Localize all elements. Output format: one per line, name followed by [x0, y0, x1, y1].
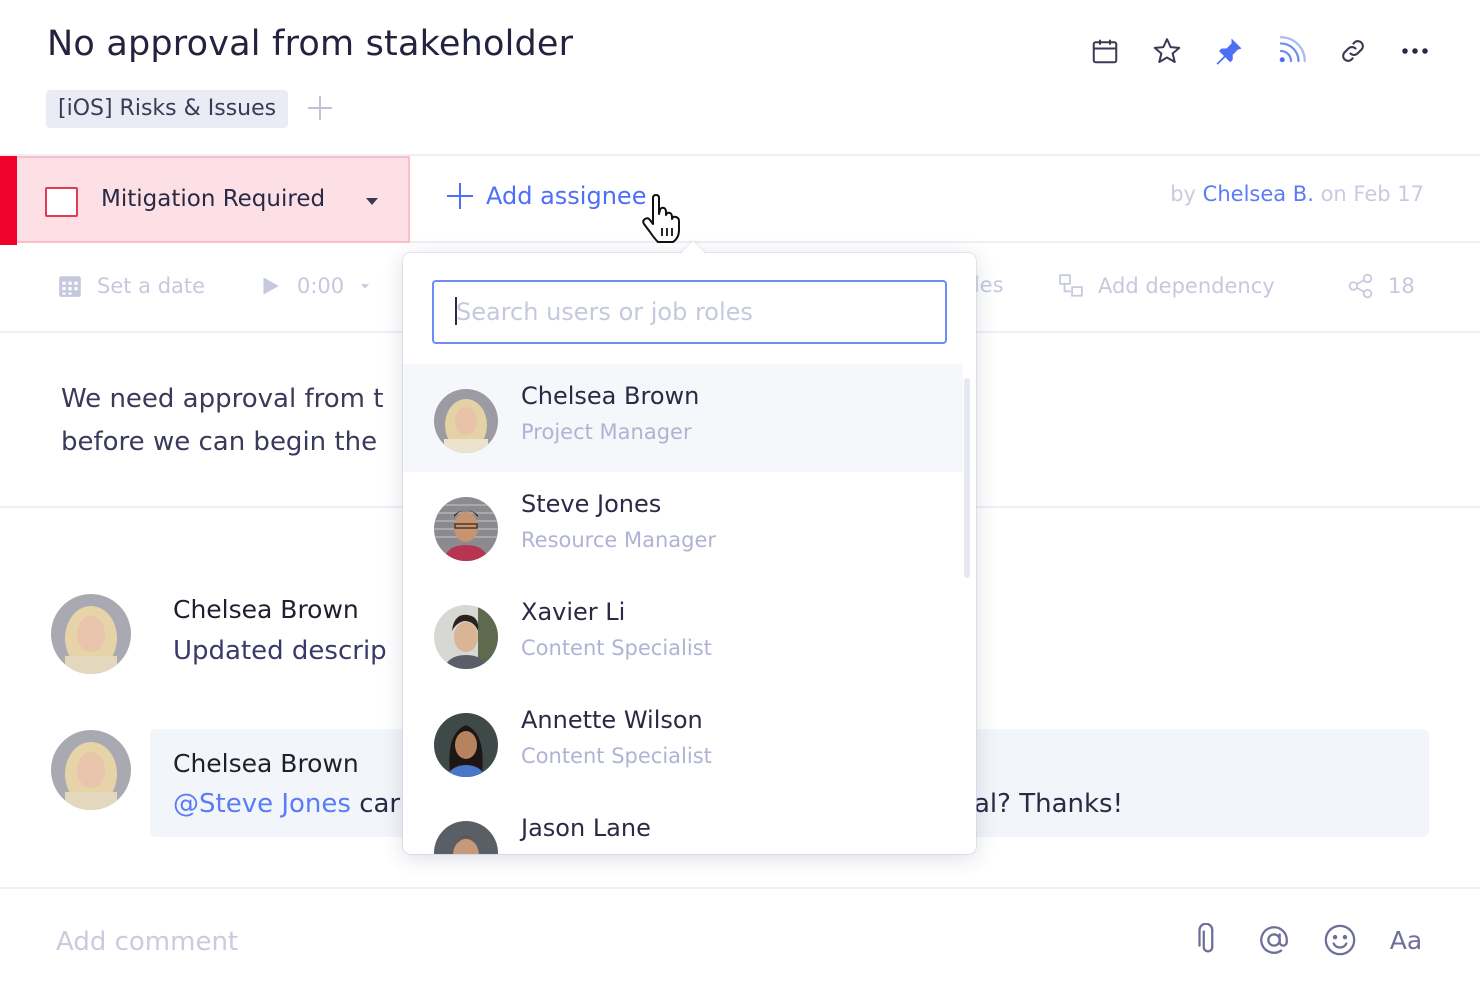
status-color-stripe — [0, 156, 17, 245]
project-tag[interactable]: [iOS] Risks & Issues — [46, 90, 289, 128]
hand-cursor-icon — [642, 194, 680, 243]
user-name: Xavier Li — [521, 598, 626, 626]
status-bar: Mitigation Required Add assignee by Chel… — [0, 154, 1480, 245]
caret-down-icon — [361, 284, 370, 289]
add-tag-button[interactable] — [306, 94, 334, 122]
share-button[interactable]: 18 — [1348, 273, 1415, 299]
set-date-button[interactable]: Set a date — [57, 273, 205, 299]
pin-icon[interactable] — [1212, 34, 1246, 68]
format-text-icon[interactable]: Aa — [1386, 920, 1426, 960]
play-icon — [263, 277, 279, 295]
avatar — [51, 730, 131, 810]
set-date-label: Set a date — [97, 274, 206, 298]
avatar — [434, 821, 498, 854]
user-list: Chelsea Brown Project Manager Steve Jone… — [403, 364, 976, 854]
search-field[interactable] — [432, 280, 947, 344]
mention-icon[interactable] — [1254, 920, 1294, 960]
description-line: We need approval from t — [61, 384, 384, 414]
assignee-picker: Chelsea Brown Project Manager Steve Jone… — [403, 253, 976, 854]
mention-link[interactable]: @Steve Jones — [173, 789, 351, 819]
more-icon[interactable] — [1398, 34, 1432, 68]
created-date: on Feb 17 — [1320, 182, 1424, 206]
avatar — [434, 713, 498, 777]
add-assignee-button[interactable]: Add assignee — [446, 182, 646, 210]
text-caret — [455, 297, 457, 325]
status-dropdown[interactable]: Mitigation Required — [0, 156, 410, 245]
composer-tools: Aa — [1188, 920, 1426, 960]
task-title[interactable]: No approval from stakeholder — [47, 24, 573, 64]
share-count: 18 — [1388, 274, 1415, 298]
user-name: Steve Jones — [521, 490, 662, 518]
emoji-icon[interactable] — [1320, 920, 1360, 960]
activity-author[interactable]: Chelsea Brown — [173, 595, 359, 624]
divider — [0, 887, 1480, 889]
avatar — [434, 605, 498, 669]
add-dependency-label: Add dependency — [1098, 274, 1275, 298]
user-name: Chelsea Brown — [521, 382, 700, 410]
created-by-prefix: by — [1170, 182, 1196, 206]
task-header: No approval from stakeholder [iOS] Risks… — [0, 0, 1480, 155]
add-comment-input[interactable] — [56, 920, 1156, 964]
comment-text: @Steve Jones car — [173, 789, 400, 819]
user-role: Project Manager — [521, 420, 692, 444]
star-icon[interactable] — [1150, 34, 1184, 68]
rss-follow-icon[interactable] — [1274, 34, 1308, 68]
user-option[interactable]: Xavier Li Content Specialist — [403, 580, 963, 688]
caret-down-icon — [366, 198, 378, 205]
comment-text-end: al? Thanks! — [974, 789, 1124, 819]
scrollbar[interactable] — [964, 378, 970, 578]
user-role: Resource Manager — [521, 528, 717, 552]
add-dependency-button[interactable]: Add dependency — [1058, 273, 1275, 299]
avatar — [51, 594, 131, 674]
comment-text-start: car — [350, 789, 401, 819]
status-label: Mitigation Required — [101, 186, 326, 212]
user-option[interactable]: Jason Lane — [403, 796, 963, 854]
task-description[interactable]: We need approval from t before we can be… — [61, 378, 383, 464]
user-option[interactable]: Steve Jones Resource Manager — [403, 472, 963, 580]
user-name: Annette Wilson — [521, 706, 703, 734]
calendar-icon[interactable] — [1088, 34, 1122, 68]
complete-checkbox[interactable] — [45, 187, 78, 217]
share-icon — [1348, 273, 1373, 299]
created-by: by Chelsea B. on Feb 17 — [1170, 182, 1424, 206]
avatar — [434, 389, 498, 453]
comment-author[interactable]: Chelsea Brown — [173, 749, 359, 778]
add-assignee-label: Add assignee — [486, 182, 647, 210]
time-tracker-button[interactable]: 0:00 — [257, 273, 372, 299]
description-line: before we can begin the — [61, 427, 378, 457]
user-option[interactable]: Annette Wilson Content Specialist — [403, 688, 963, 796]
header-actions — [1088, 34, 1432, 68]
avatar — [434, 497, 498, 561]
calendar-grid-icon — [59, 276, 81, 297]
user-name: Jason Lane — [521, 814, 651, 842]
link-icon[interactable] — [1336, 34, 1370, 68]
attachment-icon[interactable] — [1188, 920, 1228, 960]
plus-icon — [446, 182, 474, 210]
time-tracker-value: 0:00 — [297, 274, 345, 298]
search-input[interactable] — [434, 282, 945, 342]
user-option[interactable]: Chelsea Brown Project Manager — [403, 364, 963, 472]
user-role: Content Specialist — [521, 744, 712, 768]
user-role: Content Specialist — [521, 636, 712, 660]
dependency-icon — [1059, 274, 1083, 297]
created-by-author-link[interactable]: Chelsea B. — [1203, 182, 1314, 206]
activity-text: Updated descrip — [173, 636, 387, 666]
